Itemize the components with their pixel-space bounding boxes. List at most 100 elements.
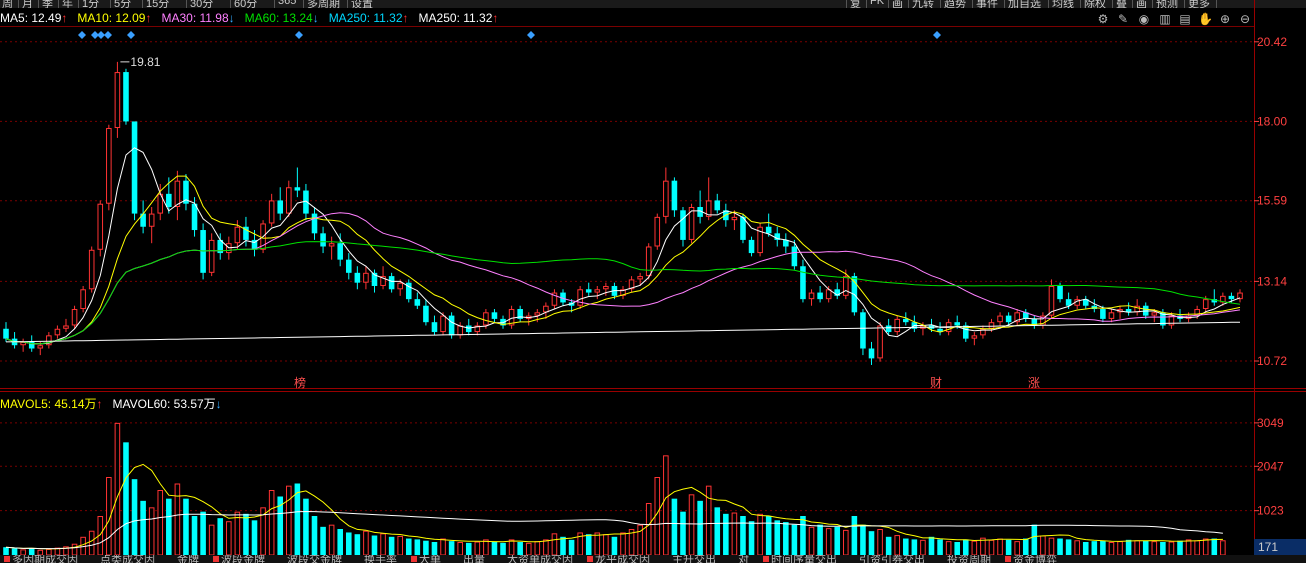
- volume-bar: [740, 516, 746, 555]
- indicator-tab[interactable]: 对: [738, 555, 749, 563]
- volume-bar: [714, 507, 721, 555]
- volume-bar: [166, 498, 172, 555]
- volume-legend-item: MAVOL5: 45.14万↑: [0, 397, 103, 411]
- indicator-tab[interactable]: 点类成交因: [100, 555, 155, 563]
- candle-body: [148, 213, 155, 227]
- volume-bar: [157, 490, 164, 555]
- candle-body: [1151, 312, 1158, 316]
- candle-body: [654, 216, 661, 247]
- candle-body: [903, 318, 909, 323]
- volume-bar: [320, 526, 326, 555]
- candle-body: [448, 315, 455, 336]
- volume-bar: [517, 542, 523, 555]
- indicator-tab[interactable]: 主升交出: [672, 555, 716, 563]
- indicator-tab[interactable]: 波段交金牌: [287, 555, 342, 563]
- volume-bar: [123, 442, 129, 555]
- candle-body: [543, 305, 549, 313]
- high-annotation-label: 19.81: [130, 55, 160, 69]
- volume-bar: [877, 529, 883, 555]
- volume-legend-text: MAVOL5: [0, 397, 48, 411]
- volume-current-value: 171: [1254, 539, 1306, 555]
- volume-bar: [491, 542, 498, 555]
- candle-body: [123, 72, 129, 122]
- volume-bar: [834, 526, 841, 555]
- volume-bar: [757, 513, 763, 555]
- volume-bar: [1220, 540, 1226, 555]
- volume-bar: [765, 516, 772, 555]
- tab-marker-icon: [213, 556, 219, 562]
- indicator-tab[interactable]: 大单: [419, 555, 441, 563]
- volume-bar: [243, 513, 249, 555]
- volume-bar: [825, 528, 832, 555]
- volume-bar: [345, 532, 352, 555]
- candle-body: [465, 325, 472, 333]
- candle-body: [971, 335, 978, 339]
- volume-bar: [1014, 541, 1020, 555]
- indicator-tab[interactable]: 金牌: [177, 555, 199, 563]
- volume-bar: [465, 542, 472, 555]
- price-axis-label: 18.00: [1257, 114, 1287, 128]
- candle-body: [320, 233, 326, 247]
- volume-bar: [1074, 540, 1080, 555]
- volume-bar: [568, 539, 575, 555]
- price-axis-label: 13.14: [1257, 274, 1287, 288]
- volume-bar: [551, 533, 558, 555]
- candle-body: [388, 276, 395, 290]
- price-axis-label: 15.59: [1257, 194, 1287, 208]
- price-grid: 20.42 18.00 15.59 13.14 10.72: [0, 35, 1287, 368]
- volume-bar: [1022, 538, 1029, 555]
- indicator-tab[interactable]: 资金博弈: [1013, 555, 1057, 563]
- volume-bar: [380, 533, 386, 555]
- volume-bars: [3, 422, 1226, 555]
- indicator-tab[interactable]: 大资单成交因: [507, 555, 573, 563]
- volume-bar: [191, 516, 198, 555]
- event-marker-zhang: 涨: [1028, 375, 1040, 390]
- ma30-line: [5, 212, 1241, 345]
- candle-body: [1057, 285, 1063, 300]
- volume-bar: [620, 532, 626, 555]
- candle-body: [1228, 295, 1235, 300]
- volume-bar: [457, 542, 463, 555]
- volume-legend-value: 45.14万: [54, 397, 97, 411]
- indicator-tab[interactable]: 多因期成交因: [12, 555, 78, 563]
- volume-bar: [851, 516, 858, 555]
- indicator-tab[interactable]: 换手率: [364, 555, 397, 563]
- volume-bar: [1108, 542, 1115, 555]
- indicator-tab[interactable]: 出量: [463, 555, 485, 563]
- candle-body: [868, 348, 875, 359]
- volume-bar: [268, 490, 275, 555]
- candle-body: [37, 345, 44, 349]
- indicator-tab[interactable]: 波段金牌: [221, 555, 265, 563]
- tab-marker-icon: [763, 556, 769, 562]
- event-marker-cai: 财: [930, 376, 942, 390]
- volume-bar: [131, 479, 138, 555]
- candle-body: [483, 312, 489, 326]
- volume-bar: [817, 524, 823, 555]
- volume-bar: [808, 526, 815, 555]
- candle-body: [1100, 309, 1106, 319]
- price-chart[interactable]: 20.42 18.00 15.59 13.14 10.72 3049 2047 1023 19.…: [0, 0, 1306, 555]
- candle-body: [397, 282, 403, 290]
- volume-bar: [397, 535, 403, 555]
- volume-bar: [783, 522, 789, 555]
- indicator-tab[interactable]: 引资引券交出: [859, 555, 925, 563]
- volume-bar: [3, 547, 9, 555]
- volume-bar: [868, 531, 875, 555]
- indicator-tab[interactable]: 时间序量交出: [771, 555, 837, 563]
- volume-bar: [1040, 535, 1046, 555]
- indicator-tab[interactable]: 投资周期: [947, 555, 991, 563]
- volume-bar: [611, 536, 618, 555]
- volume-bar: [911, 539, 918, 555]
- candle-body: [808, 292, 815, 300]
- candle-body: [894, 318, 901, 333]
- volume-bar: [1031, 524, 1038, 555]
- candle-body: [748, 239, 755, 254]
- candle-body: [97, 203, 104, 250]
- volume-bar: [328, 524, 335, 555]
- volume-bar: [183, 498, 189, 555]
- volume-bar: [363, 530, 369, 555]
- volume-bar: [174, 483, 181, 555]
- volume-bar: [431, 542, 438, 555]
- volume-bar: [937, 539, 943, 555]
- indicator-tab[interactable]: 龙乎成交因: [595, 555, 650, 563]
